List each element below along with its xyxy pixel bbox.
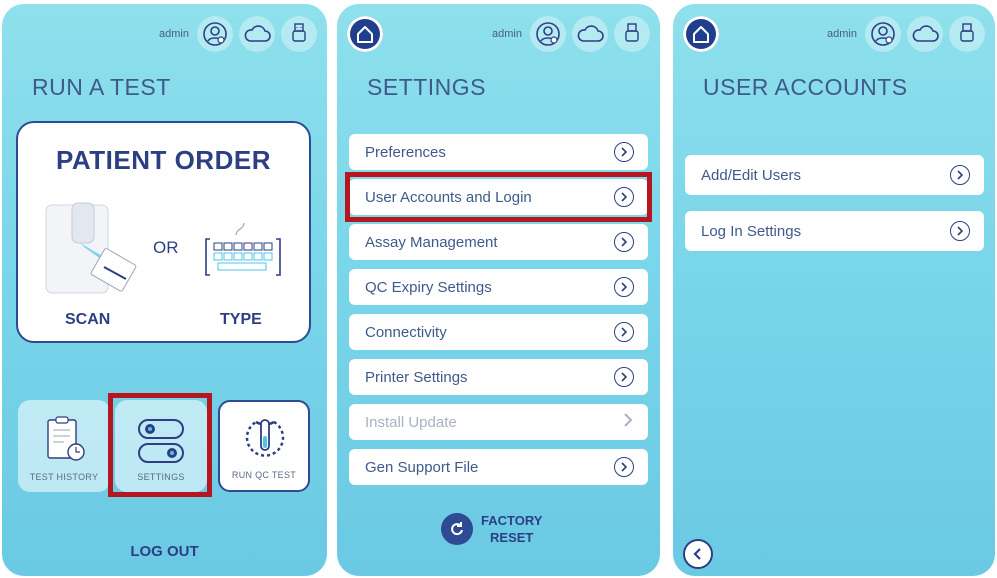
home-icon	[693, 26, 709, 43]
top-bar: admin	[492, 14, 650, 54]
menu-item-label: Log In Settings	[701, 222, 802, 240]
patient-order-title: PATIENT ORDER	[56, 145, 271, 175]
settings-highlight-box	[108, 393, 212, 497]
menu-item-log-in-settings[interactable]: Log In Settings	[685, 211, 984, 251]
cloud-icon[interactable]	[239, 16, 275, 52]
admin-label: admin	[492, 28, 522, 40]
chevron-right-circle-icon	[614, 277, 634, 297]
chevron-right-icon	[622, 412, 634, 432]
or-text: OR	[153, 238, 179, 257]
chevron-right-circle-icon	[614, 367, 634, 387]
menu-item-qc-expiry-settings[interactable]: QC Expiry Settings	[349, 269, 648, 305]
test-history-label: TEST HISTORY	[29, 472, 99, 482]
page-title: USER ACCOUNTS	[703, 74, 908, 100]
home-button[interactable]	[683, 16, 719, 52]
user-accounts-screen: admin USER ACCOUNTS Add/Edit Users Log I…	[673, 4, 995, 576]
menu-item-label: Printer Settings	[365, 368, 468, 386]
chevron-right-circle-icon	[614, 322, 634, 342]
menu-item-connectivity[interactable]: Connectivity	[349, 314, 648, 350]
menu-item-label: Install Update	[365, 413, 457, 431]
test-history-button[interactable]: TEST HISTORY	[18, 400, 110, 492]
factory-reset-line2: RESET	[490, 530, 534, 545]
top-bar: admin	[159, 14, 317, 54]
user-settings-icon[interactable]	[197, 16, 233, 52]
scanner-icon	[45, 202, 137, 294]
admin-label: admin	[827, 28, 857, 40]
page-title: RUN A TEST	[32, 74, 171, 100]
top-bar: admin	[827, 14, 985, 54]
menu-item-label: Preferences	[365, 143, 446, 161]
chevron-right-circle-icon	[950, 165, 970, 185]
run-qc-test-button[interactable]: RUN QC TEST	[218, 400, 310, 492]
chevron-right-circle-icon	[614, 457, 634, 477]
menu-item-install-update: Install Update	[349, 404, 648, 440]
menu-item-add-edit-users[interactable]: Add/Edit Users	[685, 155, 984, 195]
reset-icon	[441, 513, 473, 545]
menu-item-assay-management[interactable]: Assay Management	[349, 224, 648, 260]
menu-item-label: Connectivity	[365, 323, 447, 341]
page-title: SETTINGS	[367, 74, 487, 100]
type-label[interactable]: TYPE	[220, 311, 262, 329]
back-button[interactable]	[683, 539, 713, 569]
back-icon	[693, 548, 701, 560]
menu-item-label: Add/Edit Users	[701, 166, 802, 184]
settings-screen: admin SETTINGS Preferences User Accounts…	[337, 4, 660, 576]
test-tube-icon	[245, 419, 285, 457]
cloud-icon[interactable]	[907, 16, 943, 52]
chevron-right-circle-icon	[950, 221, 970, 241]
user-settings-icon[interactable]	[530, 16, 566, 52]
admin-label: admin	[159, 28, 189, 40]
factory-reset-button[interactable]: FACTORY RESET	[441, 512, 542, 546]
menu-item-label: Gen Support File	[365, 458, 479, 476]
patient-order-card[interactable]: PATIENT ORDER OR SCAN TYPE	[16, 121, 311, 343]
menu-item-gen-support-file[interactable]: Gen Support File	[349, 449, 648, 485]
run-qc-test-label: RUN QC TEST	[231, 470, 297, 480]
user-settings-icon[interactable]	[865, 16, 901, 52]
factory-reset-label: FACTORY RESET	[481, 512, 542, 546]
home-button[interactable]	[347, 16, 383, 52]
log-out-button[interactable]: LOG OUT	[2, 543, 327, 560]
cloud-icon[interactable]	[572, 16, 608, 52]
home-icon	[357, 26, 373, 43]
usb-icon[interactable]	[614, 16, 650, 52]
factory-reset-line1: FACTORY	[481, 513, 543, 528]
keyboard-icon	[205, 222, 281, 276]
usb-icon[interactable]	[281, 16, 317, 52]
menu-item-preferences[interactable]: Preferences	[349, 134, 648, 170]
usb-icon[interactable]	[949, 16, 985, 52]
run-test-screen: admin RUN A TEST PATIENT ORDER OR SCAN T…	[2, 4, 327, 576]
chevron-right-circle-icon	[614, 142, 634, 162]
clipboard-clock-icon	[47, 416, 85, 461]
chevron-right-circle-icon	[614, 232, 634, 252]
menu-item-label: Assay Management	[365, 233, 498, 251]
user-accounts-highlight-box	[345, 172, 652, 222]
scan-label[interactable]: SCAN	[65, 311, 110, 329]
menu-item-label: QC Expiry Settings	[365, 278, 492, 296]
menu-item-printer-settings[interactable]: Printer Settings	[349, 359, 648, 395]
